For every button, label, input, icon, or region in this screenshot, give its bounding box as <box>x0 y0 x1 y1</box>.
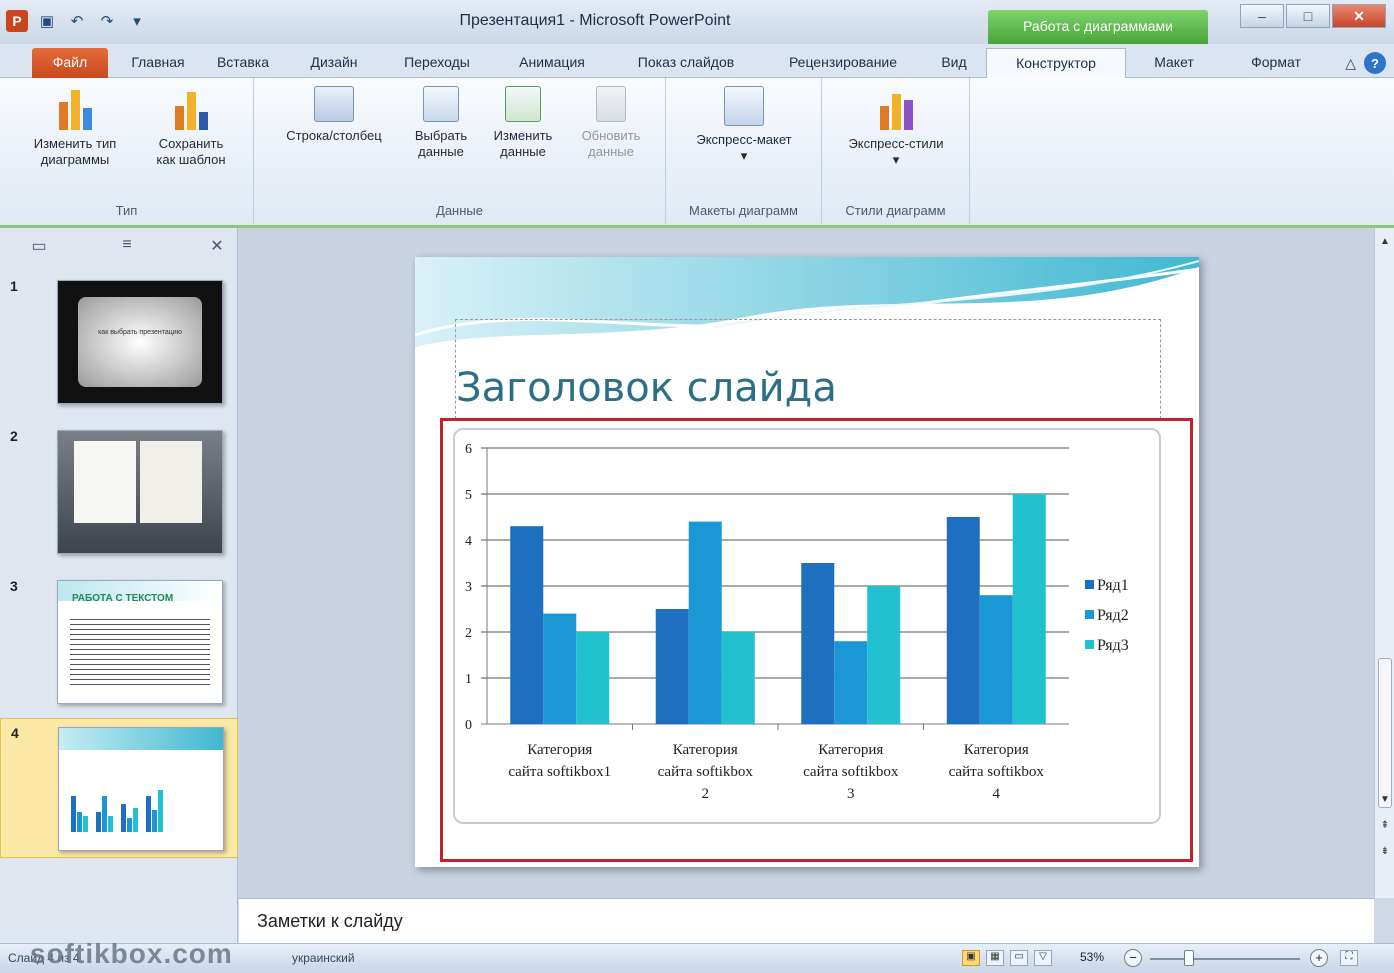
tab-animation[interactable]: Анимация <box>504 48 600 78</box>
group-chart-layouts: Экспресс-макет ▾ Макеты диаграмм <box>666 78 822 224</box>
group-label-data: Данные <box>436 203 483 218</box>
outline-tab-icon[interactable]: ≡ <box>116 236 138 258</box>
slide-thumbnail-4[interactable]: 4 <box>0 718 238 858</box>
slide-thumb-image: как выбрать презентацию <box>57 280 223 404</box>
edit-data-icon <box>505 86 541 122</box>
collapse-ribbon-icon[interactable]: △ <box>1345 55 1356 72</box>
chart-tools-context-title: Работа с диаграммами <box>988 10 1208 44</box>
status-bar: Слайд 4 из 4 украинский softikbox.com ▣ … <box>0 938 1394 973</box>
minimize-icon[interactable]: – <box>1240 4 1284 28</box>
zoom-slider[interactable] <box>1150 958 1300 960</box>
tab-chart-layout[interactable]: Макет <box>1138 48 1210 78</box>
slide-thumbnail-3[interactable]: 3 РАБОТА С ТЕКСТОМ <box>0 572 238 712</box>
save-as-template-button[interactable]: Сохранить как шаблон <box>138 86 244 168</box>
quick-access-toolbar: P ▣ ↶ ↷ ▾ <box>6 10 148 32</box>
tab-slideshow[interactable]: Показ слайдов <box>616 48 756 78</box>
select-data-icon <box>423 86 459 122</box>
group-chart-styles: Экспресс-стили ▾ Стили диаграмм <box>822 78 970 224</box>
slide-thumb-image: РАБОТА С ТЕКСТОМ <box>57 580 223 704</box>
tab-design[interactable]: Дизайн <box>302 48 366 78</box>
tab-transitions[interactable]: Переходы <box>392 48 482 78</box>
maximize-icon[interactable]: □ <box>1286 4 1330 28</box>
save-icon[interactable]: ▣ <box>36 10 58 32</box>
zoom-level[interactable]: 53% <box>1080 950 1104 964</box>
refresh-data-button[interactable]: Обновить данные <box>568 86 654 160</box>
slide-thumbnail-1[interactable]: 1 как выбрать презентацию <box>0 272 238 412</box>
group-label-type: Тип <box>115 203 138 218</box>
notes-pane[interactable]: Заметки к слайду <box>239 898 1374 943</box>
zoom-out-icon[interactable]: − <box>1124 949 1142 967</box>
slides-panel: ▭ ≡ ✕ 1 как выбрать презентацию 2 3 РАБО… <box>0 228 238 943</box>
tab-chart-format[interactable]: Формат <box>1236 48 1316 78</box>
quick-styles-icon <box>874 86 918 130</box>
customize-toolbar-icon[interactable]: ▾ <box>126 10 148 32</box>
slides-panel-tabs: ▭ ≡ ✕ <box>0 228 238 266</box>
quick-styles-button[interactable]: Экспресс-стили ▾ <box>828 86 964 168</box>
quick-layout-button[interactable]: Экспресс-макет ▾ <box>672 86 816 164</box>
ribbon-panel: Изменить тип диаграммы Сохранить как шаб… <box>0 78 1394 228</box>
chart-selection-highlight <box>440 418 1193 862</box>
group-data: Строка/столбец Выбрать данные Изменить д… <box>254 78 666 224</box>
slideshow-view-icon[interactable]: ▽ <box>1034 950 1052 966</box>
change-chart-type-button[interactable]: Изменить тип диаграммы <box>22 86 128 168</box>
previous-slide-icon[interactable]: ⇞ <box>1378 820 1392 831</box>
zoom-in-icon[interactable]: + <box>1310 949 1328 967</box>
tab-view[interactable]: Вид <box>936 48 972 78</box>
tab-insert[interactable]: Вставка <box>202 48 284 78</box>
window-controls: – □ ✕ <box>1240 4 1386 28</box>
powerpoint-logo-icon[interactable]: P <box>6 10 28 32</box>
powerpoint-window: P ▣ ↶ ↷ ▾ Презентация1 - Microsoft Power… <box>0 0 1394 973</box>
fit-to-window-icon[interactable]: ⛶ <box>1340 950 1358 966</box>
zoom-slider-thumb[interactable] <box>1184 950 1194 966</box>
group-label-chart-styles: Стили диаграмм <box>845 203 946 218</box>
tab-home[interactable]: Главная <box>120 48 196 78</box>
edit-data-button[interactable]: Изменить данные <box>480 86 566 160</box>
scroll-up-icon[interactable]: ▲ <box>1378 236 1392 247</box>
slide-title[interactable]: Заголовок слайда <box>456 365 837 411</box>
notes-placeholder: Заметки к слайду <box>257 911 403 931</box>
scroll-down-icon[interactable]: ▼ <box>1378 794 1392 805</box>
select-data-button[interactable]: Выбрать данные <box>406 86 476 160</box>
tab-file[interactable]: Файл <box>32 48 108 78</box>
normal-view-icon[interactable]: ▣ <box>962 950 980 966</box>
change-chart-type-icon <box>53 86 97 130</box>
save-as-template-icon <box>169 86 213 130</box>
slide-sorter-view-icon[interactable]: ▦ <box>986 950 1004 966</box>
group-label-chart-layouts: Макеты диаграмм <box>689 203 798 218</box>
ribbon-help-area: △ ? <box>1345 52 1386 74</box>
scrollbar-thumb[interactable] <box>1378 658 1392 808</box>
slide-thumb-image <box>58 727 224 851</box>
ribbon-tabs: Файл Главная Вставка Дизайн Переходы Ани… <box>0 44 1394 78</box>
language-indicator[interactable]: украинский <box>292 951 355 965</box>
switch-row-column-icon <box>314 86 354 122</box>
slide-thumbnail-2[interactable]: 2 <box>0 422 238 562</box>
slide-thumb-image <box>57 430 223 554</box>
reading-view-icon[interactable]: ▭ <box>1010 950 1028 966</box>
tab-chart-design[interactable]: Конструктор <box>986 48 1126 78</box>
undo-icon[interactable]: ↶ <box>66 10 88 32</box>
window-title: Презентация1 - Microsoft PowerPoint <box>459 12 731 29</box>
switch-row-column-button[interactable]: Строка/столбец <box>264 86 404 144</box>
group-type: Изменить тип диаграммы Сохранить как шаб… <box>0 78 254 224</box>
redo-icon[interactable]: ↷ <box>96 10 118 32</box>
watermark-logo: softikbox.com <box>30 938 233 969</box>
quick-layout-icon <box>724 86 764 126</box>
close-panel-icon[interactable]: ✕ <box>206 236 228 258</box>
help-icon[interactable]: ? <box>1364 52 1386 74</box>
close-icon[interactable]: ✕ <box>1332 4 1386 28</box>
vertical-scrollbar[interactable]: ▲ ▼ ⇞ ⇟ <box>1374 228 1394 898</box>
tab-review[interactable]: Рецензирование <box>768 48 918 78</box>
next-slide-icon[interactable]: ⇟ <box>1378 846 1392 857</box>
title-bar: P ▣ ↶ ↷ ▾ Презентация1 - Microsoft Power… <box>0 0 1394 44</box>
refresh-data-icon <box>596 86 626 122</box>
slides-tab-icon[interactable]: ▭ <box>28 236 50 258</box>
